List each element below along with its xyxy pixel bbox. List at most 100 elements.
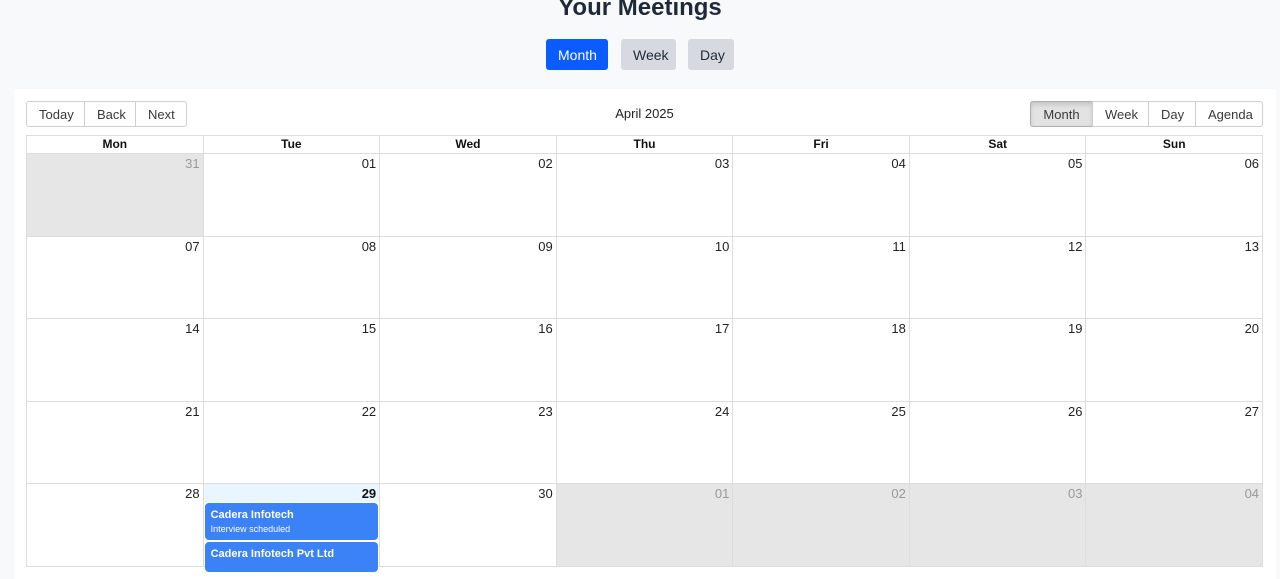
weekday-mon: Mon [102, 137, 128, 151]
event-title: Cadera Infotech [210, 509, 294, 521]
day-number[interactable]: 17 [715, 321, 729, 336]
day-number[interactable]: 06 [1245, 156, 1259, 171]
day-cell[interactable]: 30 [379, 484, 556, 566]
day-number[interactable]: 31 [185, 156, 199, 171]
weekday-sat: Sat [908, 136, 1086, 153]
next-button[interactable]: Next [135, 101, 187, 127]
week-row: 31 01 02 03 04 05 06 [27, 154, 1263, 237]
day-number[interactable]: 02 [891, 486, 905, 501]
view-switch: Month Week Day [0, 39, 1280, 70]
day-cell[interactable]: 04 [732, 154, 909, 236]
day-cell[interactable]: 14 [27, 319, 203, 401]
day-cell[interactable]: 02 [379, 154, 556, 236]
calendar-card: April 2025 Today Back Next Month Week Da… [14, 89, 1276, 579]
view-button-group: Month Week Day Agenda [1030, 101, 1263, 127]
back-button[interactable]: Back [84, 101, 136, 127]
week-row: 14 15 16 17 18 19 20 [27, 319, 1263, 402]
day-cell[interactable]: 31 [27, 154, 203, 236]
week-row: 21 22 23 24 25 26 27 [27, 401, 1263, 484]
day-cell[interactable]: 01 [202, 154, 380, 236]
day-cell[interactable]: 28 [27, 484, 203, 566]
day-number[interactable]: 23 [538, 404, 552, 419]
calendar-toolbar: April 2025 Today Back Next Month Week Da… [26, 101, 1263, 128]
day-cell[interactable]: 13 [1085, 236, 1263, 318]
day-cell[interactable]: 23 [379, 401, 556, 483]
day-number[interactable]: 22 [362, 404, 376, 419]
day-number[interactable]: 01 [715, 486, 729, 501]
day-number[interactable]: 21 [185, 404, 199, 419]
day-view-button[interactable]: Day [688, 39, 734, 70]
day-number[interactable]: 03 [715, 156, 729, 171]
day-cell[interactable]: 26 [908, 401, 1086, 483]
week-view-button[interactable]: Week [621, 39, 676, 70]
day-number[interactable]: 30 [538, 486, 552, 501]
day-number[interactable]: 19 [1068, 321, 1082, 336]
day-number[interactable]: 15 [362, 321, 376, 336]
today-button[interactable]: Today [26, 101, 85, 127]
day-number[interactable]: 28 [185, 486, 199, 501]
day-cell[interactable]: 25 [732, 401, 909, 483]
day-cell[interactable]: 20 [1085, 319, 1263, 401]
toolbar-week-button[interactable]: Week [1092, 101, 1149, 127]
day-number[interactable]: 25 [891, 404, 905, 419]
day-cell[interactable]: 21 [27, 401, 203, 483]
day-cell[interactable]: 18 [732, 319, 909, 401]
day-number[interactable]: 16 [538, 321, 552, 336]
day-number[interactable]: 03 [1068, 486, 1082, 501]
day-cell[interactable]: 07 [27, 236, 203, 318]
day-number[interactable]: 09 [538, 239, 552, 254]
month-grid: Mon Tue Wed Thu Fri Sat Sun 31 01 02 03 … [26, 135, 1263, 572]
weekday-fri: Fri [732, 136, 909, 153]
calendar-event[interactable]: Cadera Infotech Pvt Ltd [204, 542, 379, 572]
day-cell[interactable]: 24 [555, 401, 733, 483]
toolbar-day-button[interactable]: Day [1148, 101, 1196, 127]
day-cell[interactable]: 06 [1085, 154, 1263, 236]
day-cell[interactable]: 11 [732, 236, 909, 318]
toolbar-month-button[interactable]: Month [1030, 101, 1093, 127]
day-number[interactable]: 01 [362, 156, 376, 171]
day-cell[interactable]: 16 [379, 319, 556, 401]
day-cell[interactable]: 01 [555, 484, 733, 566]
weekday-header: Mon Tue Wed Thu Fri Sat Sun [27, 136, 1262, 154]
week-row: 28 29 Cadera Infotech Interview schedule… [27, 484, 1263, 572]
day-number[interactable]: 04 [891, 156, 905, 171]
day-number[interactable]: 24 [715, 404, 729, 419]
day-cell[interactable]: 12 [908, 236, 1086, 318]
day-cell[interactable]: 08 [202, 236, 380, 318]
day-number[interactable]: 04 [1245, 486, 1259, 501]
day-number[interactable]: 14 [185, 321, 199, 336]
day-number[interactable]: 05 [1068, 156, 1082, 171]
day-cell[interactable]: 04 [1085, 484, 1263, 566]
day-number[interactable]: 20 [1245, 321, 1259, 336]
day-cell[interactable]: 19 [908, 319, 1086, 401]
day-number[interactable]: 18 [891, 321, 905, 336]
day-cell-today[interactable]: 29 Cadera Infotech Interview scheduled C… [202, 484, 380, 572]
calendar-event[interactable]: Cadera Infotech Interview scheduled [204, 503, 379, 540]
day-cell[interactable]: 10 [555, 236, 733, 318]
event-title: Cadera Infotech Pvt Ltd [210, 548, 335, 560]
day-number[interactable]: 12 [1068, 239, 1082, 254]
day-cell[interactable]: 05 [908, 154, 1086, 236]
day-number[interactable]: 08 [362, 239, 376, 254]
day-cell[interactable]: 02 [732, 484, 909, 566]
day-number[interactable]: 11 [892, 239, 906, 254]
day-cell[interactable]: 22 [202, 401, 380, 483]
toolbar-agenda-button[interactable]: Agenda [1195, 101, 1263, 127]
day-cell[interactable]: 27 [1085, 401, 1263, 483]
day-number[interactable]: 02 [538, 156, 552, 171]
day-number[interactable]: 07 [185, 239, 199, 254]
weekday-sun: Sun [1085, 136, 1262, 153]
day-number[interactable]: 29 [362, 486, 376, 501]
day-number[interactable]: 27 [1245, 404, 1259, 419]
day-number[interactable]: 10 [715, 239, 729, 254]
day-cell[interactable]: 17 [555, 319, 733, 401]
day-number[interactable]: 13 [1245, 239, 1259, 254]
month-view-button[interactable]: Month [546, 39, 608, 70]
day-number[interactable]: 26 [1068, 404, 1082, 419]
day-cell[interactable]: 09 [379, 236, 556, 318]
nav-button-group: Today Back Next [26, 101, 187, 127]
day-cell[interactable]: 03 [908, 484, 1086, 566]
day-cell[interactable]: 15 [202, 319, 380, 401]
day-cell[interactable]: 03 [555, 154, 733, 236]
weekday-tue: Tue [202, 136, 380, 153]
